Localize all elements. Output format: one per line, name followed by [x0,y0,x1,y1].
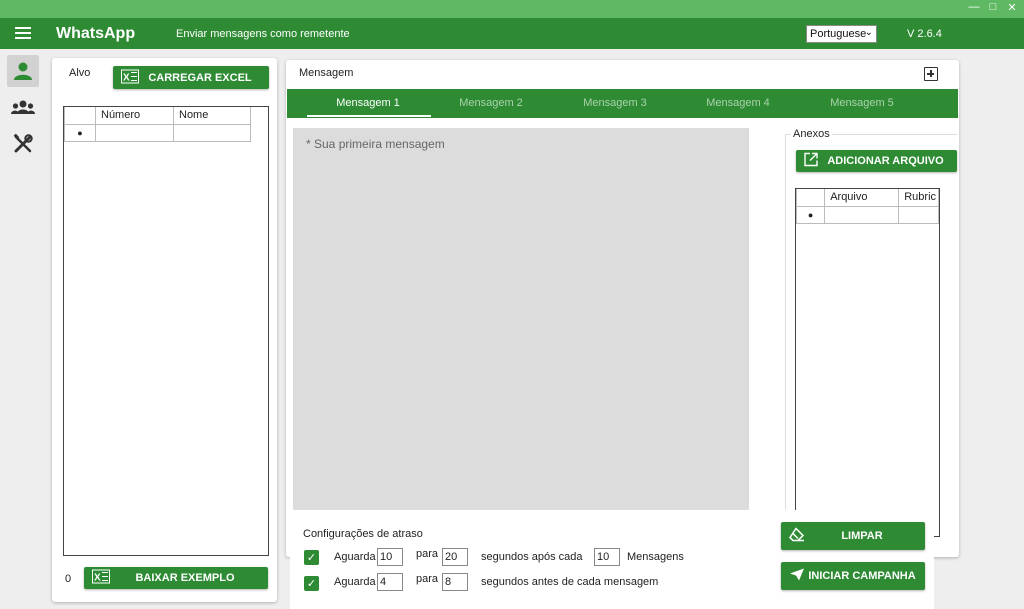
column-header-numero[interactable]: Número [95,107,174,125]
maximize-icon[interactable]: □ [987,1,999,14]
add-message-icon[interactable] [924,67,938,81]
delay-before-min-input[interactable]: 4 [377,573,403,591]
download-example-button[interactable]: X BAIXAR EXEMPLO [84,567,268,589]
to-label: para [416,548,439,560]
table-cell[interactable] [898,205,939,224]
excel-icon: X [92,569,110,587]
target-panel: Alvo X CARREGAR EXCEL Número Nome ● 0 X … [52,58,277,602]
wait-label: Aguarda [334,576,376,588]
message-count-input[interactable]: 10 [594,548,620,566]
tools-icon [13,133,33,153]
message-header: Mensagem [299,67,354,79]
active-tab-indicator [307,115,431,117]
column-header-rubric[interactable]: Rubric [898,189,939,207]
chevron-down-icon: ⌄ [864,27,873,38]
app-title: WhatsApp [56,25,136,42]
svg-text:X: X [123,72,130,83]
delay-after-checkbox[interactable]: ✓ [304,550,319,565]
tab-mensagem-4[interactable]: Mensagem 4 [676,97,800,109]
svg-text:X: X [94,573,101,584]
to-label: para [416,573,439,585]
add-file-button[interactable]: ADICIONAR ARQUIVO [796,150,957,172]
target-count: 0 [65,573,72,585]
group-icon [11,100,35,114]
column-header-arquivo[interactable]: Arquivo [824,189,900,207]
open-external-icon [804,152,818,170]
table-row[interactable]: ● [64,123,251,142]
language-select[interactable]: Portuguese ⌄ [806,25,877,43]
attachments-legend: Anexos [791,128,832,140]
side-navigation [0,49,46,609]
send-icon [789,568,805,585]
table-cell[interactable] [173,123,251,142]
table-cell[interactable] [824,205,900,224]
app-bar: WhatsApp Enviar mensagens como remetente… [0,18,1024,49]
nav-groups-button[interactable] [7,92,39,124]
column-header-nome[interactable]: Nome [173,107,251,125]
download-example-label: BAIXAR EXEMPLO [135,572,235,584]
nav-contact-button[interactable] [7,55,39,87]
before-each-label: segundos antes de cada mensagem [481,576,659,588]
new-row-marker: ● [796,205,826,224]
check-icon: ✓ [306,552,317,564]
window-titlebar: — □ ✕ [0,0,1024,18]
tab-mensagem-1[interactable]: Mensagem 1 [306,97,430,109]
delay-after-min-input[interactable]: 10 [377,548,403,566]
clear-button[interactable]: LIMPAR [781,522,925,550]
target-grid[interactable]: Número Nome ● [63,106,269,556]
tab-mensagem-2[interactable]: Mensagem 2 [429,97,553,109]
table-row[interactable]: ● [796,205,939,224]
check-icon: ✓ [306,578,317,590]
eraser-icon [789,527,805,545]
delay-title: Configurações de atraso [303,528,423,540]
language-value: Portuguese [810,28,867,40]
messages-label: Mensagens [627,551,684,563]
delay-before-checkbox[interactable]: ✓ [304,576,319,591]
start-campaign-button[interactable]: INICIAR CAMPANHA [781,562,925,590]
window-controls: — □ ✕ [968,1,1018,14]
hamburger-menu-icon[interactable] [15,27,31,39]
nav-tools-button[interactable] [7,128,39,160]
message-tabs: Mensagem 1 Mensagem 2 Mensagem 3 Mensage… [287,89,958,118]
table-cell[interactable] [95,123,174,142]
tab-mensagem-5[interactable]: Mensagem 5 [800,97,924,109]
message-textarea[interactable]: * Sua primeira mensagem [293,128,749,516]
wait-label: Aguarda [334,551,376,563]
minimize-icon[interactable]: — [968,1,980,14]
app-subtitle: Enviar mensagens como remetente [176,28,350,40]
new-row-marker: ● [64,123,96,142]
attachments-grid[interactable]: Arquivo Rubric ● [795,188,940,537]
target-label: Alvo [69,67,91,79]
contact-icon [14,62,32,80]
load-excel-button[interactable]: X CARREGAR EXCEL [113,66,269,89]
close-icon[interactable]: ✕ [1006,1,1018,14]
grid-corner [796,189,826,207]
after-each-label: segundos após cada [481,551,583,563]
excel-icon: X [121,69,139,86]
add-file-label: ADICIONAR ARQUIVO [827,155,944,167]
message-placeholder: * Sua primeira mensagem [306,137,445,151]
grid-corner [64,107,96,125]
delay-before-max-input[interactable]: 8 [442,573,468,591]
app-version: V 2.6.4 [907,28,942,40]
delay-after-max-input[interactable]: 20 [442,548,468,566]
tab-mensagem-3[interactable]: Mensagem 3 [553,97,677,109]
